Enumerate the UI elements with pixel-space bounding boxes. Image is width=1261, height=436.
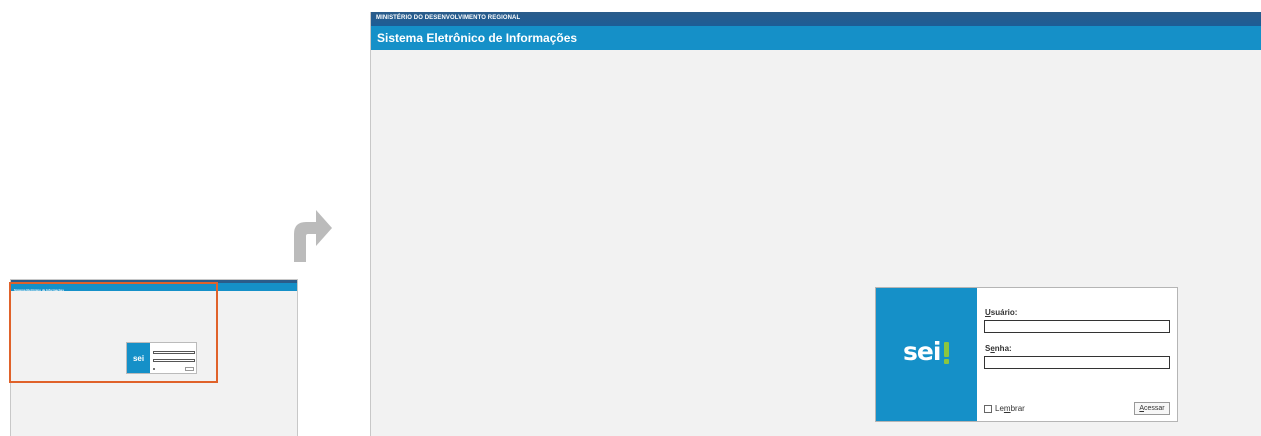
- sei-logo-accent-bar: [944, 342, 949, 357]
- ministry-name: MINISTÉRIO DO DESENVOLVIMENTO REGIONAL: [376, 15, 521, 21]
- remember-label-accesskey: m: [1003, 404, 1011, 413]
- remember-checkbox[interactable]: [984, 404, 992, 413]
- system-title: Sistema Eletrônico de Informações: [377, 31, 578, 45]
- remember-label-suffix: brar: [1010, 404, 1025, 413]
- remember-label: Lembrar: [995, 404, 1025, 413]
- password-label-text: nha:: [994, 344, 1012, 353]
- password-input[interactable]: [984, 356, 1170, 369]
- sei-logo-panel: sei: [876, 288, 977, 421]
- remember-label-prefix: Le: [995, 404, 1004, 413]
- submit-label: cessar: [1144, 405, 1165, 412]
- sei-logo: sei: [903, 337, 941, 366]
- user-input[interactable]: [984, 320, 1170, 333]
- tutorial-canvas: Sistema Eletrônico de Informações sei MI…: [0, 0, 1261, 436]
- user-label: Usuário:: [985, 308, 1017, 317]
- sei-logo-accent-dot: [944, 359, 949, 364]
- ministry-strip: MINISTÉRIO DO DESENVOLVIMENTO REGIONAL: [371, 12, 1261, 26]
- remember-me-option[interactable]: Lembrar: [984, 404, 1025, 413]
- user-label-text: suário:: [990, 308, 1018, 317]
- zoom-highlight-frame: [9, 282, 218, 383]
- submit-button[interactable]: Acessar: [1134, 402, 1170, 415]
- curved-arrow-right-icon: [294, 210, 332, 262]
- password-label: Senha:: [985, 344, 1012, 353]
- sei-login-page: MINISTÉRIO DO DESENVOLVIMENTO REGIONAL S…: [370, 12, 1261, 436]
- login-box: sei Usuário: Senha: Lembrar Acessar: [875, 287, 1178, 422]
- system-header-bar: Sistema Eletrônico de Informações: [371, 26, 1261, 50]
